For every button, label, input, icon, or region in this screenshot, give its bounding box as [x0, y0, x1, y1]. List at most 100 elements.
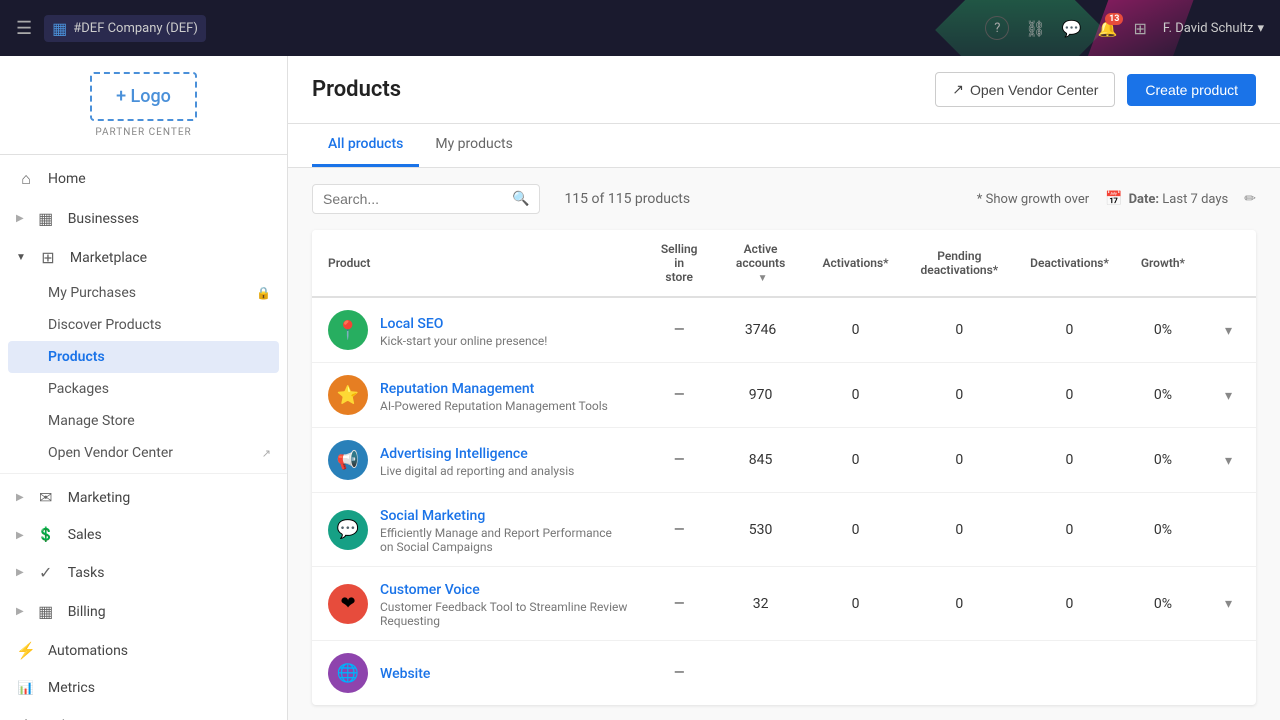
growth-cell-customer-voice: 0%: [1125, 567, 1201, 641]
product-cell-advertising-intelligence: 📢 Advertising Intelligence Live digital …: [312, 428, 644, 493]
selling-cell-reputation-management: —: [644, 363, 715, 428]
administration-icon: ⚙: [16, 716, 36, 720]
product-name-reputation-management[interactable]: Reputation Management: [380, 381, 534, 397]
sidebar-item-discover-products[interactable]: Discover Products: [0, 309, 287, 341]
expand-row-button-advertising-intelligence[interactable]: ▾: [1217, 448, 1240, 473]
deactivations-cell-local-seo: 0: [1014, 297, 1125, 363]
content-area: Products ↗ Open Vendor Center Create pro…: [288, 56, 1280, 720]
pending-deact-cell-local-seo: 0: [905, 297, 1015, 363]
product-name-local-seo[interactable]: Local SEO: [380, 316, 443, 332]
deactivations-cell-social-marketing: 0: [1014, 493, 1125, 567]
active-accounts-cell-website: [715, 641, 807, 706]
product-desc-social-marketing: Efficiently Manage and Report Performanc…: [380, 526, 628, 554]
search-input[interactable]: [323, 191, 504, 207]
product-desc-local-seo: Kick-start your online presence!: [380, 334, 547, 348]
sidebar-item-my-purchases[interactable]: My Purchases 🔒: [0, 277, 287, 309]
sidebar-logo-box[interactable]: + Logo: [90, 72, 197, 121]
user-menu[interactable]: F. David Schultz ▾: [1163, 21, 1264, 36]
collapse-arrow-icon: ▼: [16, 252, 26, 263]
chat-icon[interactable]: 💬: [1062, 19, 1082, 38]
pending-deact-cell-reputation-management: 0: [905, 363, 1015, 428]
create-product-button[interactable]: Create product: [1127, 74, 1256, 106]
pending-deact-cell-website: [905, 641, 1015, 706]
search-box[interactable]: 🔍: [312, 184, 540, 214]
hamburger-icon[interactable]: ☰: [16, 18, 32, 39]
product-name-social-marketing[interactable]: Social Marketing: [380, 508, 485, 524]
apps-grid-icon[interactable]: ⊞: [1133, 19, 1146, 38]
sidebar-item-administration[interactable]: ⚙ Administration: [0, 706, 287, 720]
active-accounts-cell-advertising-intelligence: 845: [715, 428, 807, 493]
col-active[interactable]: Activeaccounts ▼: [715, 230, 807, 297]
expand-arrow-icon: ▶: [16, 530, 24, 541]
selling-cell-website: —: [644, 641, 715, 706]
open-vendor-center-button[interactable]: ↗ Open Vendor Center: [935, 72, 1115, 107]
expand-row-button-reputation-management[interactable]: ▾: [1217, 383, 1240, 408]
sidebar-item-tasks[interactable]: ▶ ✓ Tasks: [0, 553, 287, 592]
activations-cell-reputation-management: 0: [807, 363, 905, 428]
product-info-website: Website: [380, 663, 430, 684]
main-layout: + Logo PARTNER CENTER ⌂ Home ▶ ▦ Busines…: [0, 56, 1280, 720]
purchases-label: My Purchases: [48, 285, 136, 301]
sidebar-item-label: Tasks: [68, 565, 271, 581]
link-icon[interactable]: ⛓: [1025, 19, 1045, 38]
active-accounts-cell-customer-voice: 32: [715, 567, 807, 641]
sidebar-item-businesses[interactable]: ▶ ▦ Businesses: [0, 199, 287, 238]
sidebar-item-sales[interactable]: ▶ 💲 Sales: [0, 517, 287, 553]
activations-cell-local-seo: 0: [807, 297, 905, 363]
tab-all-products-label: All products: [328, 136, 403, 152]
metrics-icon: 📊: [16, 681, 36, 696]
product-icon-website: 🌐: [328, 653, 368, 693]
product-name-website[interactable]: Website: [380, 666, 430, 682]
edit-icon[interactable]: ✏: [1244, 191, 1256, 207]
expand-row-button-local-seo[interactable]: ▾: [1217, 318, 1240, 343]
company-name: #DEF Company (DEF): [73, 21, 198, 36]
sidebar-item-packages[interactable]: Packages: [0, 373, 287, 405]
product-icon-local-seo: 📍: [328, 310, 368, 350]
notification-icon[interactable]: 🔔 13: [1098, 19, 1118, 38]
sidebar-item-open-vendor-center[interactable]: Open Vendor Center ↗: [0, 437, 287, 469]
expand-arrow-icon: ▶: [16, 492, 24, 503]
help-icon[interactable]: ?: [985, 16, 1009, 40]
growth-cell-local-seo: 0%: [1125, 297, 1201, 363]
sidebar-item-metrics[interactable]: 📊 Metrics: [0, 670, 287, 706]
table-toolbar: 🔍 115 of 115 products * Show growth over…: [312, 184, 1256, 214]
products-label: Products: [48, 349, 105, 365]
product-name-customer-voice[interactable]: Customer Voice: [380, 582, 480, 598]
sidebar-item-marketplace[interactable]: ▼ ⊞ Marketplace: [0, 238, 287, 277]
date-filter[interactable]: 📅 Date: Last 7 days: [1105, 191, 1228, 207]
col-product: Product: [312, 230, 644, 297]
tab-my-products[interactable]: My products: [419, 124, 529, 167]
page-title: Products: [312, 77, 401, 102]
sidebar-item-manage-store[interactable]: Manage Store: [0, 405, 287, 437]
deactivations-cell-reputation-management: 0: [1014, 363, 1125, 428]
sales-icon: 💲: [36, 527, 56, 543]
marketing-icon: ✉: [36, 488, 56, 507]
sidebar-item-label: Billing: [68, 604, 271, 620]
table-row: 🌐 Website —: [312, 641, 1256, 706]
product-icon-reputation-management: ⭐: [328, 375, 368, 415]
sidebar-item-billing[interactable]: ▶ ▦ Billing: [0, 592, 287, 631]
expand-cell-reputation-management: ▾: [1201, 363, 1256, 428]
automations-icon: ⚡: [16, 641, 36, 660]
sidebar-item-products[interactable]: Products: [8, 341, 279, 373]
sort-icon: ▼: [758, 273, 768, 284]
sidebar-item-home[interactable]: ⌂ Home: [0, 159, 287, 199]
product-desc-reputation-management: AI-Powered Reputation Management Tools: [380, 399, 608, 413]
sidebar-item-marketing[interactable]: ▶ ✉ Marketing: [0, 478, 287, 517]
product-icon-social-marketing: 💬: [328, 510, 368, 550]
expand-row-button-customer-voice[interactable]: ▾: [1217, 591, 1240, 616]
packages-label: Packages: [48, 381, 109, 397]
sidebar-item-label: Home: [48, 171, 271, 187]
product-info-local-seo: Local SEO Kick-start your online presenc…: [380, 313, 547, 348]
active-accounts-cell-local-seo: 3746: [715, 297, 807, 363]
user-dropdown-arrow: ▾: [1257, 21, 1264, 36]
sidebar-item-label: Marketplace: [70, 250, 271, 266]
product-name-advertising-intelligence[interactable]: Advertising Intelligence: [380, 446, 528, 462]
product-icon-advertising-intelligence: 📢: [328, 440, 368, 480]
topbar: ☰ ▦ #DEF Company (DEF) ? ⛓ 💬 🔔 13 ⊞ F. D…: [0, 0, 1280, 56]
col-growth: Growth*: [1125, 230, 1201, 297]
tab-all-products[interactable]: All products: [312, 124, 419, 167]
col-expand: [1201, 230, 1256, 297]
show-growth-label[interactable]: * Show growth over: [977, 192, 1089, 207]
sidebar-item-automations[interactable]: ⚡ Automations: [0, 631, 287, 670]
